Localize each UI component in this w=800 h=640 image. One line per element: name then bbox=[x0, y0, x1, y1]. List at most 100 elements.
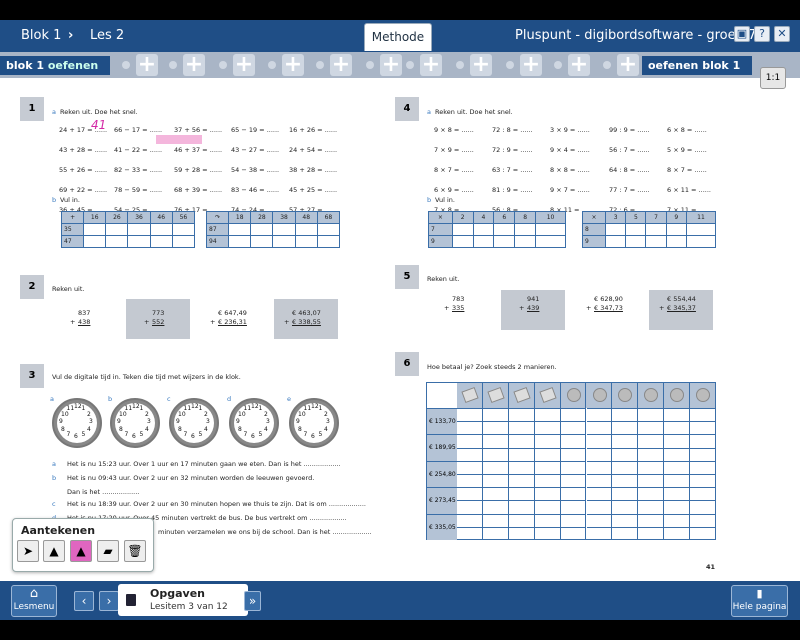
answer-cell[interactable] bbox=[560, 513, 587, 527]
plus-icon[interactable]: + bbox=[420, 54, 442, 76]
answer-cell[interactable] bbox=[272, 223, 296, 236]
answer-cell[interactable] bbox=[514, 223, 537, 236]
answer-cell[interactable] bbox=[625, 223, 647, 236]
answer-cell[interactable] bbox=[586, 500, 613, 514]
prev-button[interactable]: ‹ bbox=[74, 591, 94, 611]
eraser-tool-icon[interactable]: ▰ bbox=[97, 540, 119, 562]
answer-cell[interactable] bbox=[612, 500, 639, 514]
answer-cell[interactable] bbox=[534, 408, 561, 422]
answer-cell[interactable] bbox=[612, 408, 639, 422]
answer-cell[interactable] bbox=[482, 447, 509, 461]
answer-cell[interactable] bbox=[664, 500, 691, 514]
answer-cell[interactable] bbox=[534, 526, 561, 540]
answer-cell[interactable] bbox=[228, 223, 252, 236]
answer-cell[interactable] bbox=[638, 447, 665, 461]
answer-cell[interactable] bbox=[534, 487, 561, 501]
pen-tool-icon[interactable]: ▲ bbox=[43, 540, 65, 562]
answer-cell[interactable] bbox=[508, 421, 535, 435]
answer-cell[interactable] bbox=[508, 408, 535, 422]
clock-face[interactable]: 1 2 3 4 5 6 7 8 9 10 11 12 bbox=[52, 398, 102, 448]
answer-cell[interactable] bbox=[127, 223, 151, 236]
answer-cell[interactable] bbox=[105, 235, 129, 248]
plus-icon[interactable]: + bbox=[470, 54, 492, 76]
answer-cell[interactable] bbox=[482, 513, 509, 527]
answer-cell[interactable] bbox=[457, 513, 483, 527]
answer-cell[interactable] bbox=[83, 223, 107, 236]
tab-methode[interactable]: Methode bbox=[364, 23, 432, 51]
answer-cell[interactable] bbox=[508, 513, 535, 527]
answer-cell[interactable] bbox=[482, 474, 509, 488]
answer-cell[interactable] bbox=[149, 223, 173, 236]
answer-cell[interactable] bbox=[560, 447, 587, 461]
answer-cell[interactable] bbox=[457, 526, 483, 540]
answer-cell[interactable] bbox=[508, 460, 535, 474]
plus-icon[interactable]: + bbox=[568, 54, 590, 76]
answer-cell[interactable] bbox=[560, 421, 587, 435]
answer-cell[interactable] bbox=[664, 421, 691, 435]
answer-cell[interactable] bbox=[534, 434, 561, 448]
plus-icon[interactable]: + bbox=[282, 54, 304, 76]
answer-cell[interactable] bbox=[482, 526, 509, 540]
answer-cell[interactable] bbox=[250, 223, 274, 236]
answer-cell[interactable] bbox=[612, 434, 639, 448]
answer-cell[interactable] bbox=[560, 500, 587, 514]
answer-cell[interactable] bbox=[664, 487, 691, 501]
answer-cell[interactable] bbox=[612, 421, 639, 435]
answer-cell[interactable] bbox=[534, 421, 561, 435]
answer-cell[interactable] bbox=[272, 235, 296, 248]
answer-cell[interactable] bbox=[604, 235, 627, 248]
marker-tool-icon[interactable]: ▲ bbox=[70, 540, 92, 562]
trash-icon[interactable]: 🗑 bbox=[124, 540, 146, 562]
answer-cell[interactable] bbox=[612, 460, 639, 474]
answer-cell[interactable] bbox=[586, 460, 613, 474]
answer-cell[interactable] bbox=[508, 526, 535, 540]
breadcrumb-les[interactable]: Les 2 bbox=[90, 28, 124, 43]
answer-cell[interactable] bbox=[638, 500, 665, 514]
answer-cell[interactable] bbox=[665, 235, 687, 248]
answer-cell[interactable] bbox=[451, 223, 474, 236]
answer-cell[interactable] bbox=[612, 474, 639, 488]
answer-cell[interactable] bbox=[664, 526, 691, 540]
answer-cell[interactable] bbox=[638, 408, 665, 422]
answer-cell[interactable] bbox=[535, 235, 566, 248]
answer-cell[interactable] bbox=[508, 487, 535, 501]
pointer-tool-icon[interactable]: ➤ bbox=[17, 540, 39, 562]
clock-face[interactable]: 1 2 3 4 5 6 7 8 9 10 11 12 bbox=[110, 398, 160, 448]
answer-cell[interactable] bbox=[534, 500, 561, 514]
answer-cell[interactable] bbox=[586, 526, 613, 540]
answer-cell[interactable] bbox=[534, 474, 561, 488]
answer-cell[interactable] bbox=[586, 487, 613, 501]
answer-cell[interactable] bbox=[482, 487, 509, 501]
answer-cell[interactable] bbox=[604, 223, 627, 236]
answer-cell[interactable] bbox=[482, 500, 509, 514]
answer-cell[interactable] bbox=[690, 447, 716, 461]
help-button[interactable]: ? bbox=[754, 26, 770, 42]
answer-cell[interactable] bbox=[612, 513, 639, 527]
answer-cell[interactable] bbox=[514, 235, 537, 248]
clock-face[interactable]: 1 2 3 4 5 6 7 8 9 10 11 12 bbox=[169, 398, 219, 448]
answer-cell[interactable] bbox=[493, 223, 516, 236]
answer-cell[interactable] bbox=[690, 487, 716, 501]
answer-cell[interactable] bbox=[586, 421, 613, 435]
answer-cell[interactable] bbox=[457, 500, 483, 514]
plus-icon[interactable]: + bbox=[136, 54, 158, 76]
plus-icon[interactable]: + bbox=[183, 54, 205, 76]
plus-icon[interactable]: + bbox=[380, 54, 402, 76]
clock-face[interactable]: 1 2 3 4 5 6 7 8 9 10 11 12 bbox=[229, 398, 279, 448]
answer-cell[interactable] bbox=[586, 408, 613, 422]
plus-icon[interactable]: + bbox=[330, 54, 352, 76]
answer-cell[interactable] bbox=[638, 460, 665, 474]
close-button[interactable]: ✕ bbox=[774, 26, 790, 42]
answer-cell[interactable] bbox=[457, 408, 483, 422]
answer-cell[interactable] bbox=[638, 513, 665, 527]
plus-icon[interactable]: + bbox=[233, 54, 255, 76]
answer-cell[interactable] bbox=[638, 421, 665, 435]
answer-cell[interactable] bbox=[664, 447, 691, 461]
answer-cell[interactable] bbox=[472, 223, 495, 236]
answer-cell[interactable] bbox=[83, 235, 107, 248]
answer-cell[interactable] bbox=[535, 223, 566, 236]
answer-cell[interactable] bbox=[482, 434, 509, 448]
clock-face[interactable]: 1 2 3 4 5 6 7 8 9 10 11 12 bbox=[289, 398, 339, 448]
answer-cell[interactable] bbox=[534, 447, 561, 461]
answer-cell[interactable] bbox=[457, 474, 483, 488]
